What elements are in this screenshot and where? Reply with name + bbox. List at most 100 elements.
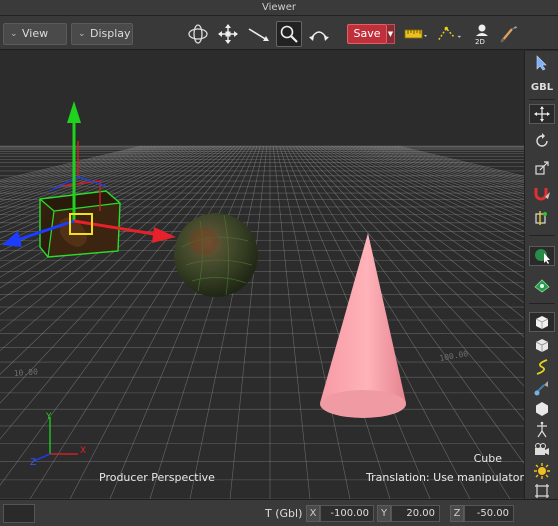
x-coord-field[interactable]: -100.00 bbox=[320, 505, 374, 522]
selection-name-label: Cube bbox=[473, 452, 502, 465]
status-swatch[interactable] bbox=[3, 504, 35, 523]
grid-label-left: 10.00 bbox=[14, 367, 39, 378]
sun-icon bbox=[534, 463, 550, 479]
dolly-tool-button[interactable] bbox=[246, 21, 272, 47]
cube-white-button[interactable] bbox=[529, 335, 555, 355]
save-dropdown-button[interactable]: ▼ bbox=[387, 24, 395, 44]
display-menu-label: Display bbox=[90, 27, 131, 40]
grid-line bbox=[272, 145, 311, 499]
grid-line bbox=[229, 145, 268, 499]
pan-tool-button[interactable] bbox=[215, 21, 241, 47]
select-tool-button[interactable] bbox=[529, 53, 555, 73]
gizmo-y-label: Y bbox=[45, 412, 52, 422]
roll-arc-icon bbox=[309, 31, 329, 41]
material-button[interactable] bbox=[529, 276, 555, 296]
chevron-down-icon: ⌄ bbox=[78, 29, 86, 39]
grid-line bbox=[298, 145, 524, 387]
ruler-icon bbox=[404, 29, 427, 39]
grid-line bbox=[388, 145, 524, 182]
brush-icon bbox=[500, 26, 517, 43]
object-view-button[interactable] bbox=[529, 246, 555, 266]
window-title-bar: Viewer bbox=[0, 0, 558, 16]
path-tool-button[interactable] bbox=[437, 21, 463, 47]
scene-canvas[interactable]: 10.00 100.00 Y X Z bbox=[0, 51, 524, 499]
grid-line bbox=[375, 145, 524, 190]
arrow-cursor-icon bbox=[536, 55, 547, 71]
magnifier-icon bbox=[280, 25, 298, 43]
selected-cube[interactable] bbox=[39, 190, 121, 258]
spotlight-icon bbox=[534, 381, 548, 396]
skeleton-icon bbox=[537, 421, 547, 438]
path-dots-icon bbox=[438, 26, 462, 40]
curve-icon bbox=[536, 359, 548, 375]
sun-light-button[interactable] bbox=[529, 461, 555, 481]
cube-icon bbox=[535, 339, 549, 352]
material-icon bbox=[534, 279, 550, 293]
grid-line bbox=[109, 145, 258, 499]
orbit-icon bbox=[188, 24, 208, 44]
z-coord-label: Z bbox=[450, 505, 464, 522]
grid-line bbox=[391, 145, 524, 180]
right-tool-strip: GBL bbox=[524, 51, 558, 499]
grid-line bbox=[305, 145, 524, 338]
zoom-tool-button[interactable] bbox=[276, 21, 302, 47]
gizmo-z-label: Z bbox=[30, 458, 36, 468]
camera-name-label: Producer Perspective bbox=[99, 471, 215, 484]
person-2d-icon: 2D bbox=[475, 24, 488, 46]
pan-arrows-icon bbox=[218, 24, 238, 44]
svg-text:2D: 2D bbox=[475, 38, 485, 46]
curve-tool-button[interactable] bbox=[529, 357, 555, 377]
grid-line bbox=[385, 145, 524, 184]
grid-line bbox=[276, 145, 351, 499]
rotate-icon bbox=[536, 133, 548, 147]
3d-viewport[interactable]: 10.00 100.00 Y X Z Producer Perspective … bbox=[0, 51, 524, 499]
orbit-tool-button[interactable] bbox=[185, 21, 211, 47]
chevron-down-icon: ⌄ bbox=[10, 29, 18, 39]
x-coord-label: X bbox=[306, 505, 320, 522]
grid-line bbox=[301, 145, 524, 360]
grid-line bbox=[288, 145, 511, 499]
grid-line bbox=[0, 145, 248, 486]
z-coord-field[interactable]: -50.00 bbox=[464, 505, 514, 522]
sphere-cursor-icon bbox=[535, 249, 550, 264]
save-button[interactable]: Save bbox=[347, 24, 387, 44]
scale-icon bbox=[535, 161, 549, 175]
y-coord-label: Y bbox=[377, 505, 391, 522]
textured-sphere[interactable] bbox=[174, 213, 258, 297]
view-2d-button[interactable]: 2D bbox=[469, 21, 495, 47]
y-arrow-icon[interactable] bbox=[67, 101, 81, 123]
measure-tool-button[interactable] bbox=[402, 21, 428, 47]
paint-tool-button[interactable] bbox=[496, 21, 522, 47]
global-space-button[interactable]: GBL bbox=[529, 77, 555, 97]
rotate-tool-button[interactable] bbox=[529, 131, 555, 151]
axis-orientation-widget: Y X Z bbox=[30, 412, 86, 468]
translate-tool-button[interactable] bbox=[529, 104, 555, 124]
camera-icon bbox=[535, 443, 549, 455]
gizmo-x-label: X bbox=[80, 446, 86, 456]
grid-line bbox=[372, 145, 524, 192]
snap-tool-button[interactable] bbox=[529, 208, 555, 228]
grid-line bbox=[149, 145, 261, 499]
view-menu-button[interactable]: ⌄ View bbox=[3, 23, 67, 45]
tool-hint-label: Translation: Use manipulator bbox=[366, 471, 524, 484]
roll-tool-button[interactable] bbox=[306, 21, 332, 47]
y-coord-field[interactable]: 20.00 bbox=[391, 505, 440, 522]
crop-frame-icon bbox=[535, 484, 549, 498]
snap-icon bbox=[535, 211, 547, 225]
hexagon-icon bbox=[536, 402, 548, 416]
cube-solid-button[interactable] bbox=[529, 312, 555, 332]
spotlight-button[interactable] bbox=[529, 378, 555, 398]
magnet-tool-button[interactable] bbox=[529, 183, 555, 203]
polygon-tool-button[interactable] bbox=[529, 399, 555, 419]
dolly-icon bbox=[248, 28, 269, 41]
crop-tool-button[interactable] bbox=[529, 481, 555, 501]
grid-line bbox=[308, 145, 524, 319]
display-menu-button[interactable]: ⌄ Display bbox=[71, 23, 133, 45]
viewer-toolbar: ⌄ View ⌄ Display Save ▼ 2D bbox=[0, 16, 558, 50]
skeleton-tool-button[interactable] bbox=[529, 420, 555, 440]
scale-tool-button[interactable] bbox=[529, 158, 555, 178]
camera-tool-button[interactable] bbox=[529, 440, 555, 460]
transform-space-label: T (Gbl) bbox=[265, 507, 303, 520]
magnet-icon bbox=[534, 188, 550, 201]
move-arrows-icon bbox=[534, 106, 550, 122]
